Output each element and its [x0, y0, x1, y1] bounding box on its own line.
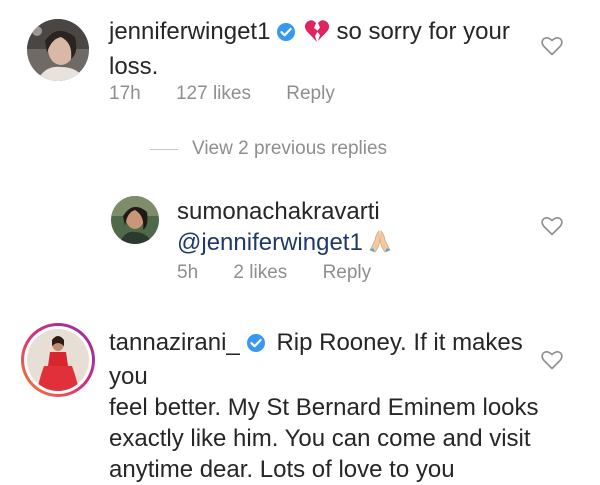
verified-badge-icon: [276, 19, 296, 50]
view-previous-replies[interactable]: View 2 previous replies: [150, 138, 387, 160]
comment-text-continued: loss.: [109, 53, 159, 80]
avatar-story-ring[interactable]: [20, 322, 96, 398]
broken-heart-icon: [304, 19, 330, 51]
avatar-image: [27, 19, 89, 81]
like-heart-icon[interactable]: [541, 216, 563, 241]
comment-text: so sorry for your: [336, 18, 510, 45]
comment-text-line4: anytime dear. Lots of love to you: [109, 456, 455, 483]
mention-link[interactable]: @jenniferwinget1: [177, 229, 363, 256]
view-previous-replies-label[interactable]: View 2 previous replies: [192, 138, 387, 160]
avatar-image: [21, 323, 95, 397]
comment-username[interactable]: tannazirani_: [109, 329, 240, 356]
verified-badge-icon: [246, 330, 266, 361]
avatar[interactable]: [111, 196, 159, 244]
avatar-image: [111, 196, 159, 244]
divider-line: [150, 148, 178, 150]
comment-likes[interactable]: 2 likes: [233, 262, 287, 283]
comment-text-line2: feel better. My St Bernard Eminem looks: [109, 394, 539, 421]
comment-time: 17h: [109, 83, 141, 104]
comment-text-line3: exactly like him. You can come and visit: [109, 425, 531, 452]
folded-hands-icon: [367, 228, 393, 262]
comment-likes[interactable]: 127 likes: [176, 83, 251, 104]
reply-button[interactable]: Reply: [286, 83, 335, 104]
like-heart-icon[interactable]: [541, 350, 563, 375]
comment-username[interactable]: jenniferwinget1: [109, 18, 270, 45]
reply-button[interactable]: Reply: [323, 262, 372, 283]
avatar[interactable]: [27, 19, 89, 81]
comment-time: 5h: [177, 262, 199, 283]
like-heart-icon[interactable]: [541, 36, 563, 61]
comment-username[interactable]: sumonachakravarti: [177, 198, 380, 225]
